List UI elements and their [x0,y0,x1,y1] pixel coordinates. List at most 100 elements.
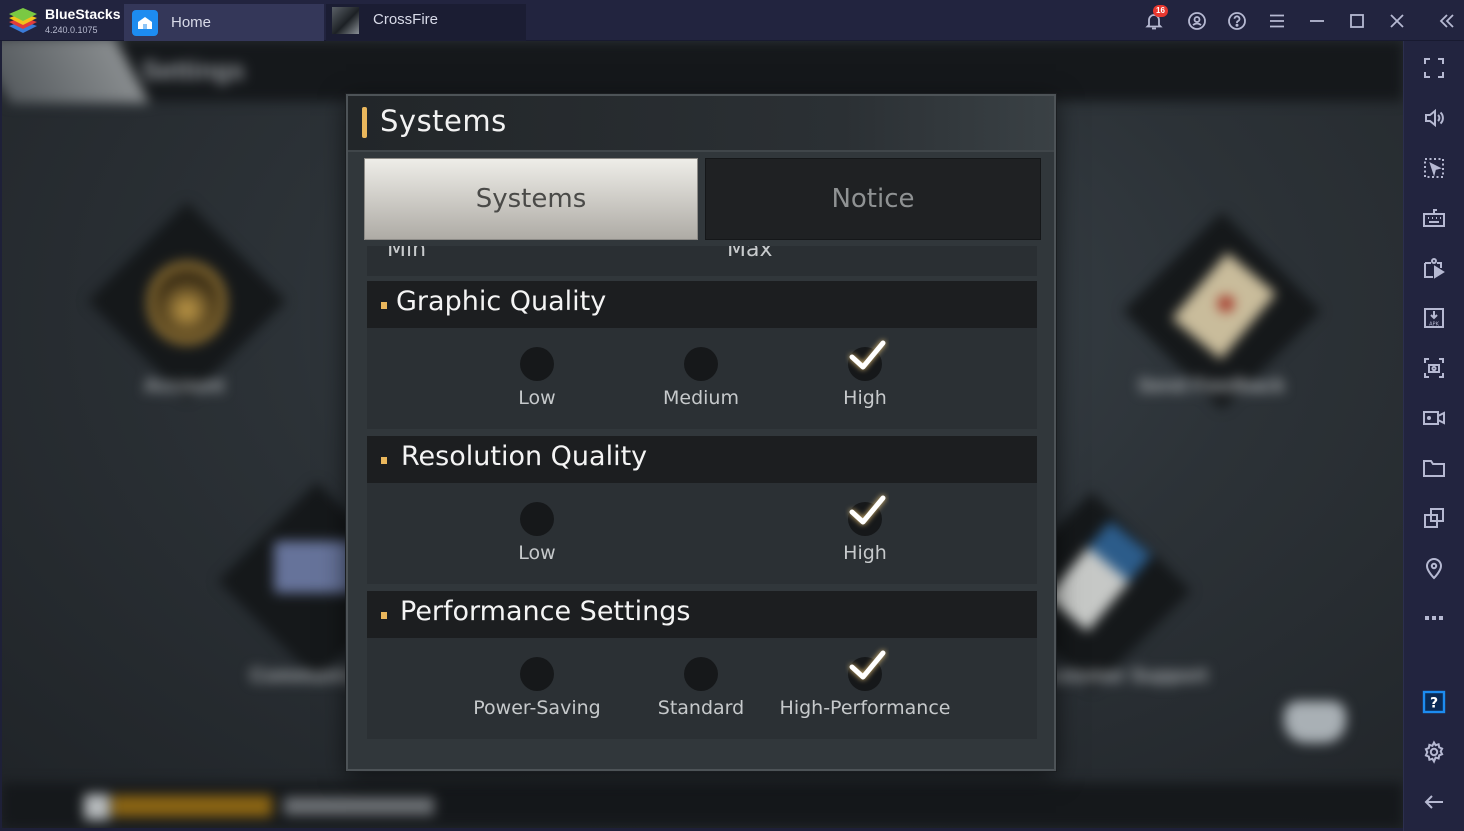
multi-instance-button[interactable] [1421,505,1447,531]
radio-unchecked-icon [520,502,554,536]
svg-text:APK: APK [1429,322,1439,328]
slider-min-label: Min [387,246,427,262]
location-button[interactable] [1421,555,1447,581]
app-version: 4.240.0.1075 [45,25,98,35]
option-graphic-high[interactable]: High [775,340,955,409]
home-icon [132,10,158,36]
notification-badge: 16 [1153,5,1168,17]
radio-unchecked-icon [520,347,554,381]
option-performance-power-saving[interactable]: Power-Saving [447,657,627,719]
tab-home-label: Home [171,14,212,31]
option-resolution-high[interactable]: High [775,495,955,564]
option-label: Power-Saving [473,697,601,719]
settings-button[interactable] [1421,739,1447,765]
radio-checked [848,650,886,691]
bg-tile-label: Account [144,375,224,397]
collapse-sidebar-icon [1439,14,1454,28]
volume-button[interactable] [1421,105,1447,131]
bg-tile-label: Community [250,665,360,687]
keyboard-button[interactable] [1421,205,1447,231]
bg-footer-text [284,797,434,815]
tab-notice[interactable]: Notice [705,158,1041,240]
help-button[interactable] [1224,8,1250,34]
screenshot-button[interactable] [1421,355,1447,381]
bullet-icon [381,612,387,619]
account-button[interactable] [1184,8,1210,34]
radio-checked [848,340,886,381]
option-label: Low [518,542,556,564]
multi-instance-icon [1424,508,1444,528]
close-icon [1390,14,1404,28]
radio-unchecked-icon [684,347,718,381]
maximize-icon [1350,14,1364,28]
section-title: Graphic Quality [396,286,607,317]
right-toolbar: APK ? [1403,41,1464,831]
menu-button[interactable] [1264,8,1290,34]
back-button[interactable] [1421,789,1447,815]
slider-range-row: Min Max [367,246,1037,276]
option-label: Standard [657,697,745,719]
back-arrow-icon [1424,795,1443,809]
location-icon [1425,558,1443,580]
option-performance-standard[interactable]: Standard [611,657,791,719]
record-video-icon [1423,411,1445,425]
minimize-button[interactable] [1304,8,1330,34]
more-button[interactable] [1421,605,1447,631]
help-icon [1228,12,1246,30]
notification-button[interactable]: 16 [1141,5,1168,34]
pointer-mode-button[interactable] [1421,155,1447,181]
option-graphic-low[interactable]: Low [447,347,627,409]
title-bar: BlueStacks 4.240.0.1075 Home CrossFire 1… [0,0,1464,41]
app-name: BlueStacks [45,6,121,22]
bg-footer-icon [84,794,110,820]
section-title: Resolution Quality [401,441,648,472]
tab-systems[interactable]: Systems [364,158,698,240]
help-box-button[interactable]: ? [1421,689,1447,715]
bg-footer-player [112,795,272,817]
bg-page-title: Settings [142,55,245,85]
install-apk-button[interactable]: APK [1421,305,1447,331]
option-performance-high[interactable]: High-Performance [775,650,955,719]
settings-scroll-area[interactable]: Min Max Graphic Quality Low Medium High [367,246,1037,751]
tab-notice-label: Notice [831,184,915,214]
option-label: Medium [663,387,739,409]
bg-tile-label: Customer Support [1032,665,1208,687]
fullscreen-button[interactable] [1421,55,1447,81]
tab-home[interactable]: Home [124,4,324,41]
window-controls: 16 [1124,0,1464,41]
tab-crossfire[interactable]: CrossFire [326,4,526,41]
bluestacks-logo-icon [9,8,37,33]
folder-icon [1423,460,1445,477]
section-header: Resolution Quality [367,436,1037,483]
bg-tile-label: Send Feedback [1138,375,1285,397]
section-header: Graphic Quality [367,281,1037,328]
folder-button[interactable] [1421,455,1447,481]
gamepad-icon [1284,701,1346,743]
menu-icon [1270,14,1284,28]
option-resolution-low[interactable]: Low [447,502,627,564]
settings-gear-icon [1424,740,1444,764]
radio-unchecked-icon [520,657,554,691]
section-header: Performance Settings [367,591,1037,638]
media-manager-button[interactable] [1421,255,1447,281]
install-apk-icon: APK [1424,308,1444,328]
close-button[interactable] [1384,8,1410,34]
screenshot-icon [1424,358,1444,378]
dialog-title: Systems [380,104,507,138]
checkmark-icon [849,495,886,525]
radio-checked [848,495,886,536]
keyboard-icon [1423,209,1445,227]
option-label: High-Performance [779,697,951,719]
record-video-button[interactable] [1421,405,1447,431]
maximize-button[interactable] [1344,8,1370,34]
checkmark-icon [849,340,886,370]
collapse-sidebar-button[interactable] [1434,8,1460,34]
bullet-icon [381,302,387,309]
slider-max-label: Max [727,246,773,262]
tab-crossfire-label: CrossFire [373,11,439,28]
checkmark-icon [849,650,886,680]
radio-unchecked-icon [684,657,718,691]
option-label: Low [518,387,556,409]
option-graphic-medium[interactable]: Medium [611,347,791,409]
option-label: High [843,387,887,409]
